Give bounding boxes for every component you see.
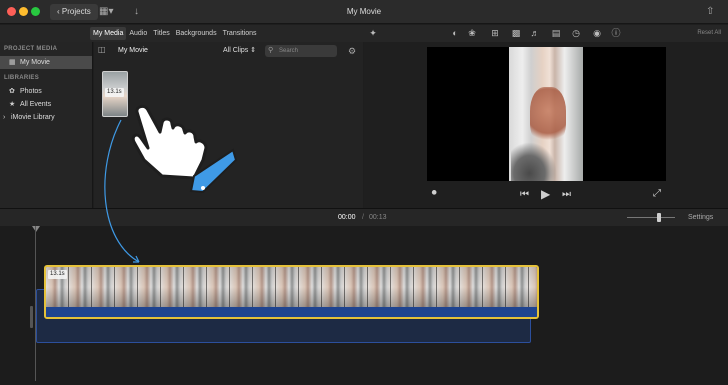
video-subject bbox=[530, 87, 566, 147]
tab-my-media[interactable]: My Media bbox=[90, 27, 127, 40]
disclosure-icon[interactable]: › bbox=[3, 111, 8, 124]
tab-audio[interactable]: Audio bbox=[126, 25, 150, 42]
libraries-header: LIBRARIES bbox=[4, 75, 40, 81]
viewer: ⚫ ⏮ ▶ ⏭ ⤢ bbox=[364, 42, 728, 208]
browser-title: My Movie bbox=[118, 47, 148, 54]
zoom-slider-handle[interactable] bbox=[657, 213, 661, 222]
timecode-separator: / bbox=[362, 214, 364, 221]
skip-back-icon[interactable]: ⏮ bbox=[520, 189, 529, 201]
clip-filter-value: All Clips bbox=[223, 47, 249, 54]
search-icon: ⚲ bbox=[268, 47, 274, 54]
import-icon[interactable]: ↓ bbox=[134, 5, 139, 19]
play-icon[interactable]: ▶ bbox=[541, 188, 550, 200]
chevron-updown-icon: ⇕ bbox=[250, 47, 257, 54]
clip-duration-badge: 13.1s bbox=[48, 270, 67, 279]
playhead-handle[interactable] bbox=[32, 226, 40, 232]
media-browser: ◫ My Movie All Clips ⇕ Search ⚲ ⚙ 13.1s bbox=[94, 42, 363, 208]
clip-duration-badge: 13.1s bbox=[105, 88, 124, 97]
share-icon[interactable]: ⇧ bbox=[706, 5, 714, 19]
microphone-icon[interactable]: ⚫ bbox=[430, 188, 438, 200]
clip-filmstrip bbox=[46, 267, 537, 307]
sidebar-item-label: Photos bbox=[20, 88, 42, 95]
title-bar: ‹ Projects ▦▾ ↓ My Movie ⇧ bbox=[0, 0, 728, 24]
skip-forward-icon[interactable]: ⏭ bbox=[562, 189, 571, 201]
zoom-window-button[interactable] bbox=[31, 7, 40, 16]
close-window-button[interactable] bbox=[7, 7, 16, 16]
tab-transitions[interactable]: Transitions bbox=[220, 25, 260, 42]
total-timecode: 00:13 bbox=[369, 214, 387, 221]
toolbar-row: My Media Audio Titles Backgrounds Transi… bbox=[0, 25, 728, 42]
sidebar-item-label: iMovie Library bbox=[11, 114, 55, 121]
video-background-plant bbox=[511, 142, 557, 181]
timeline-settings-button[interactable]: Settings bbox=[688, 209, 713, 227]
tab-backgrounds[interactable]: Backgrounds bbox=[173, 25, 220, 42]
magic-wand-icon[interactable]: ✦ bbox=[367, 27, 379, 39]
sidebar-item-photos[interactable]: ✿ Photos bbox=[0, 85, 92, 98]
photos-icon: ✿ bbox=[9, 88, 15, 95]
film-icon: ▦ bbox=[9, 59, 16, 66]
timeline[interactable]: 13.1s bbox=[0, 226, 728, 385]
viewer-tools: ✦ ◐ ❀ ⊞ ▩ ♬ ▤ ◷ ◉ ⓘ Reset All bbox=[365, 25, 728, 42]
trim-handle[interactable] bbox=[30, 306, 33, 328]
fullscreen-icon[interactable]: ⤢ bbox=[653, 188, 661, 200]
color-correction-icon[interactable]: ❀ bbox=[466, 27, 478, 39]
sidebar-item-all-events[interactable]: ★ All Events bbox=[0, 98, 92, 111]
gear-icon[interactable]: ⚙ bbox=[348, 45, 356, 57]
noise-reduction-icon[interactable]: ▤ bbox=[550, 27, 562, 39]
star-icon: ★ bbox=[9, 101, 16, 108]
browser-header: ◫ My Movie All Clips ⇕ Search ⚲ ⚙ bbox=[94, 42, 363, 60]
project-media-header: PROJECT MEDIA bbox=[4, 46, 58, 52]
timeline-header: 00:00 / 00:13 Settings bbox=[0, 208, 728, 226]
media-clip-thumbnail[interactable]: 13.1s bbox=[102, 71, 128, 117]
crop-icon[interactable]: ⊞ bbox=[489, 27, 501, 39]
clip-filter-icon[interactable]: ◉ bbox=[591, 27, 603, 39]
clip-audio-track bbox=[46, 307, 537, 317]
current-timecode: 00:00 bbox=[338, 214, 356, 221]
library-list-toggle-icon[interactable]: ▦▾ bbox=[99, 5, 113, 19]
media-tabs: My Media Audio Titles Backgrounds Transi… bbox=[90, 25, 260, 42]
tab-titles[interactable]: Titles bbox=[150, 25, 172, 42]
color-balance-icon[interactable]: ◐ bbox=[449, 27, 461, 39]
search-input[interactable]: Search bbox=[265, 45, 337, 57]
sidebar-item-my-movie[interactable]: ▦ My Movie bbox=[0, 56, 92, 69]
libraries-sidebar: PROJECT MEDIA ▦ My Movie LIBRARIES ✿ Photo… bbox=[0, 42, 93, 208]
projects-label: Projects bbox=[61, 7, 91, 16]
clip-filter-select[interactable]: All Clips ⇕ bbox=[223, 42, 256, 60]
zoom-slider[interactable] bbox=[627, 217, 675, 218]
speed-icon[interactable]: ◷ bbox=[570, 27, 582, 39]
timeline-clip[interactable]: 13.1s bbox=[44, 265, 539, 319]
sidebar-item-label: My Movie bbox=[20, 59, 50, 66]
projects-button[interactable]: ‹ Projects bbox=[50, 4, 98, 20]
sidebar-item-label: All Events bbox=[20, 101, 52, 108]
video-preview[interactable] bbox=[427, 47, 666, 181]
volume-icon[interactable]: ♬ bbox=[529, 27, 541, 39]
reset-all-button[interactable]: Reset All bbox=[697, 25, 721, 42]
minimize-window-button[interactable] bbox=[19, 7, 28, 16]
stabilization-icon[interactable]: ▩ bbox=[510, 27, 522, 39]
sidebar-toggle-icon[interactable]: ◫ bbox=[98, 45, 108, 55]
info-icon[interactable]: ⓘ bbox=[610, 27, 622, 39]
sidebar-item-imovie-library[interactable]: › iMovie Library bbox=[0, 111, 92, 124]
chevron-left-icon: ‹ bbox=[57, 7, 60, 16]
